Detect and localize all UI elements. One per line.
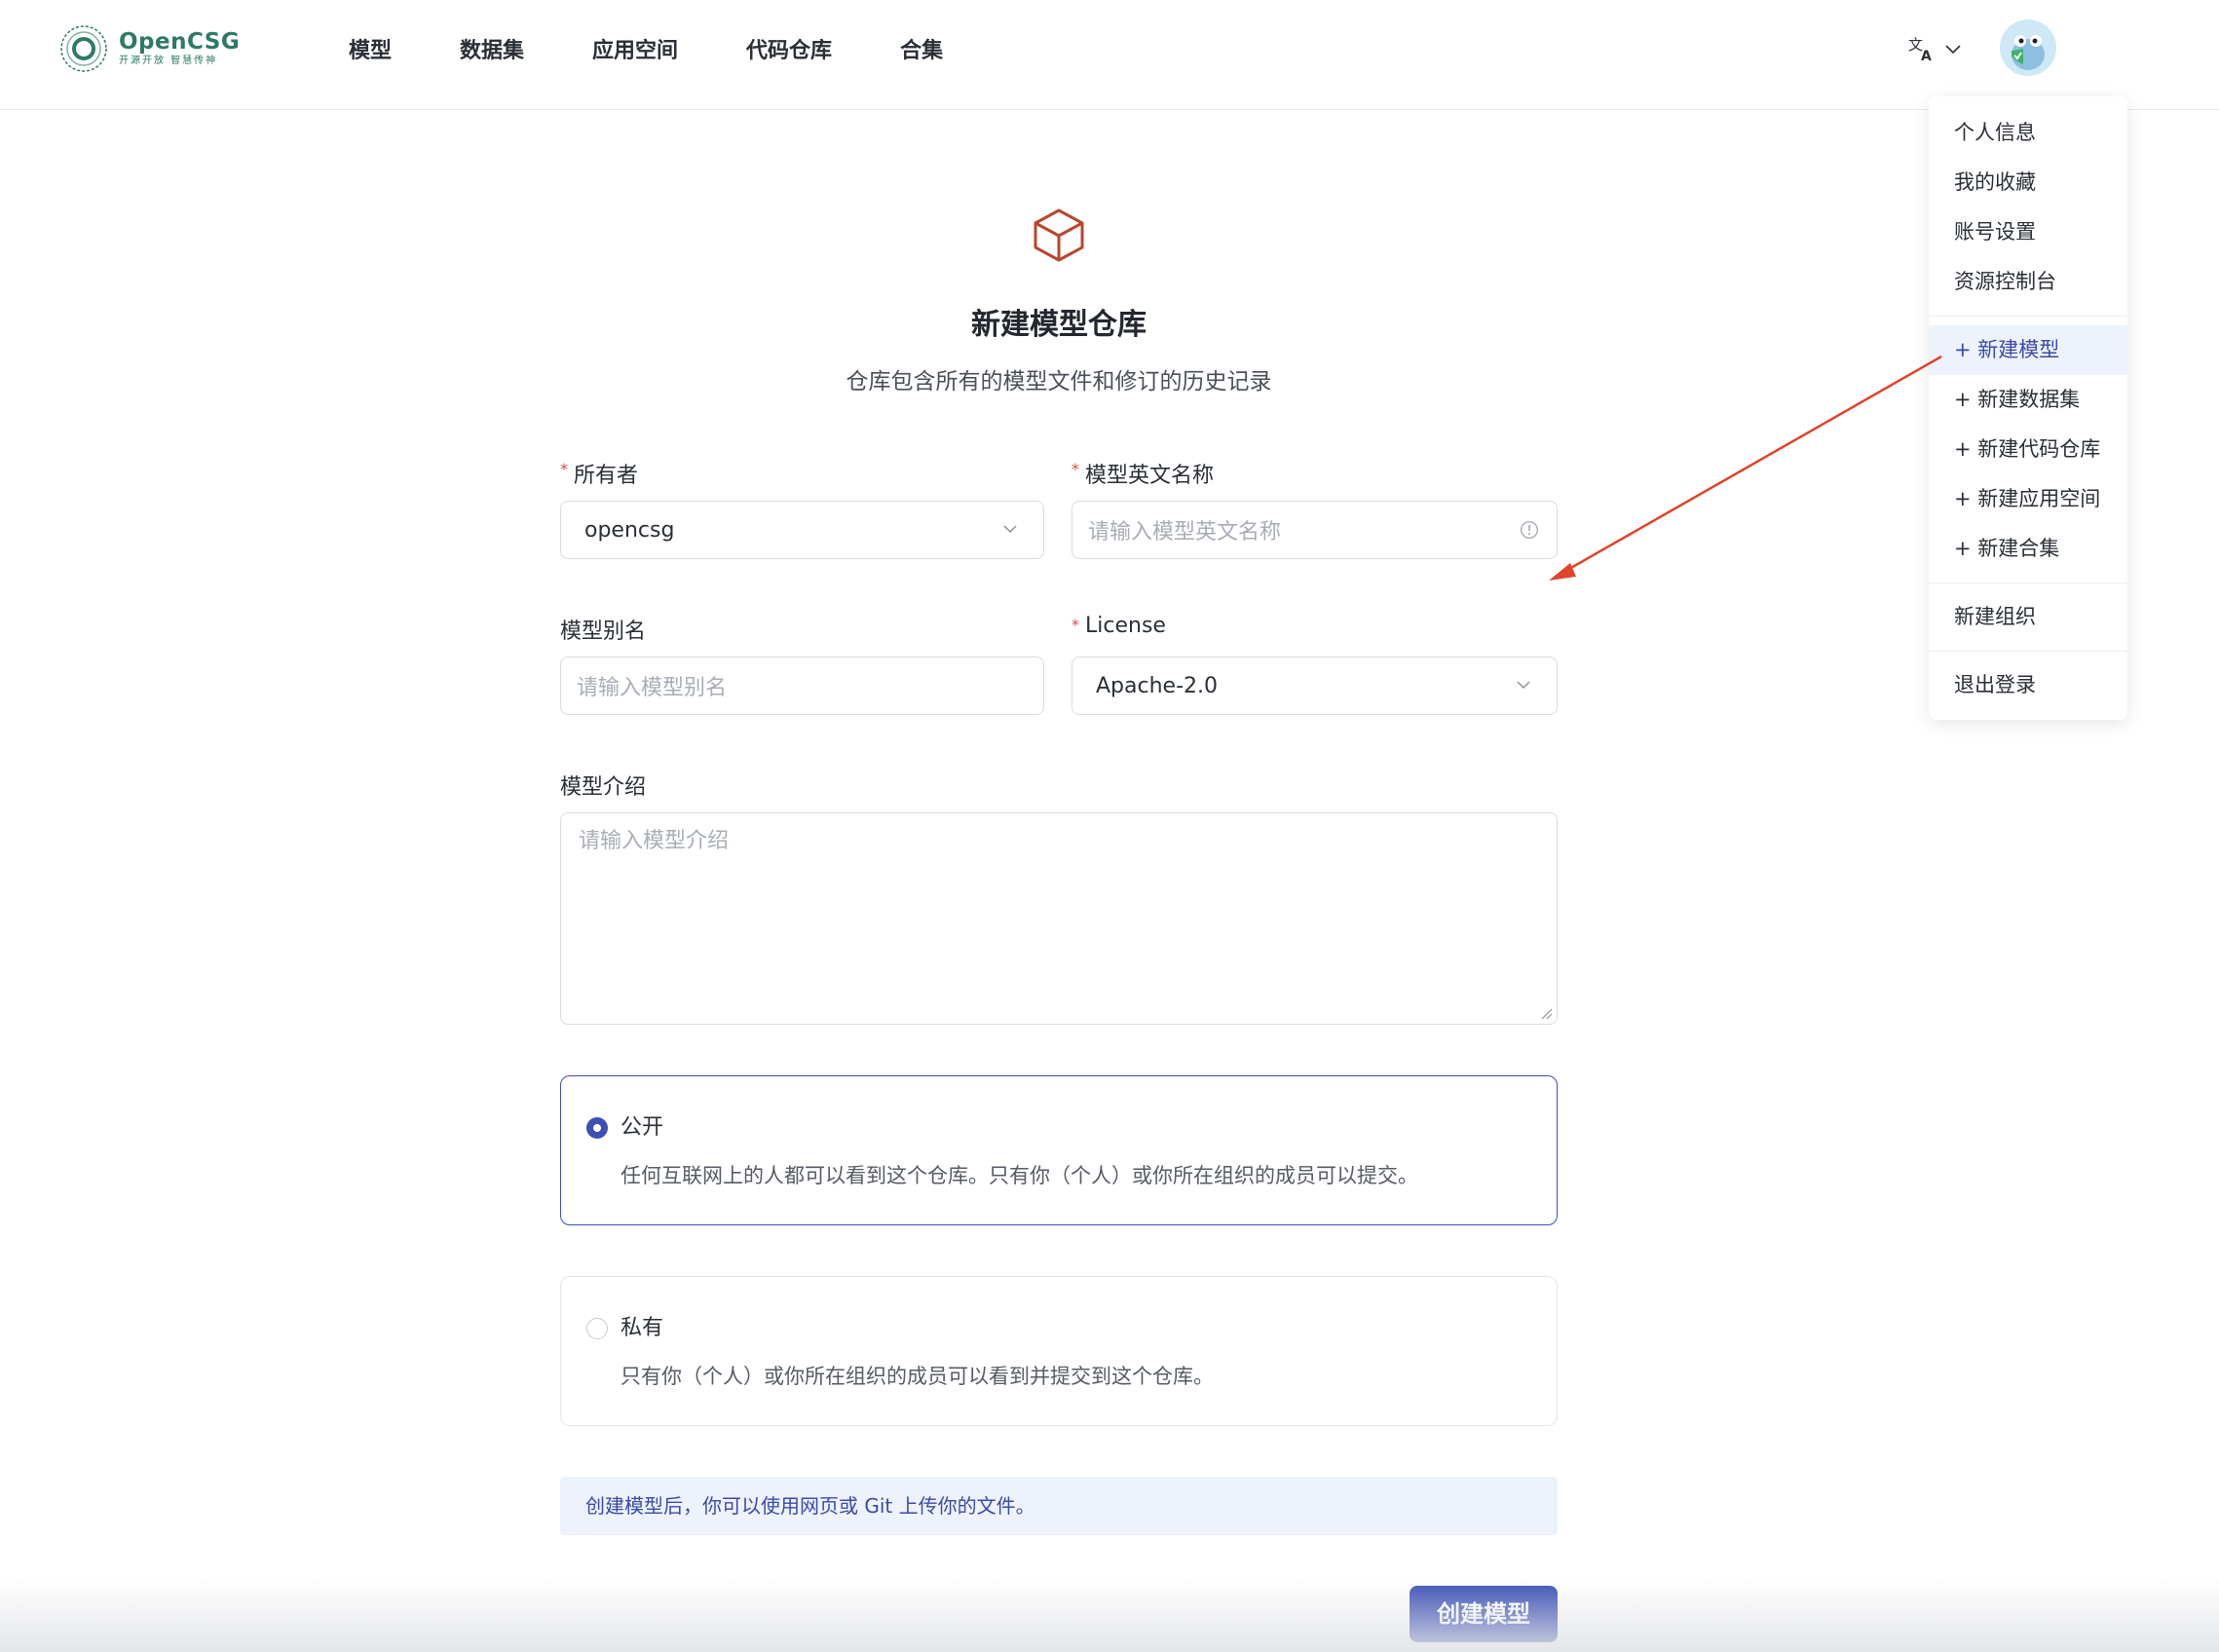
alias-placeholder: 请输入模型别名 [577, 676, 728, 700]
nav-item-datasets[interactable]: 数据集 [460, 33, 524, 64]
nav-item-spaces[interactable]: 应用空间 [592, 33, 678, 64]
cube-icon [1031, 206, 1087, 263]
menu-item-new-model[interactable]: + 新建模型 [1929, 325, 2127, 375]
user-dropdown-menu: 个人信息 我的收藏 账号设置 资源控制台 + 新建模型 + 新建数据集 + 新建… [1929, 96, 2127, 720]
opencsg-logo[interactable]: OpenCSG 开源开放 智慧传神 [58, 21, 240, 76]
menu-item-resource-console[interactable]: 资源控制台 [1929, 257, 2127, 307]
owner-label: * 所有者 [560, 460, 639, 488]
model-name-en-placeholder: 请输入模型英文名称 [1088, 520, 1282, 544]
resize-handle-icon[interactable] [1539, 1006, 1553, 1020]
menu-divider [1929, 316, 2127, 317]
radio-private[interactable] [586, 1318, 608, 1339]
license-select[interactable]: Apache-2.0 [1072, 657, 1558, 715]
bottom-shadow [0, 1578, 2219, 1652]
visibility-private-option[interactable]: 私有 只有你（个人）或你所在组织的成员可以看到并提交到这个仓库。 [560, 1276, 1558, 1426]
svg-text:A: A [1921, 49, 1932, 63]
create-model-button[interactable]: 创建模型 [1410, 1586, 1558, 1642]
menu-item-logout[interactable]: 退出登录 [1929, 660, 2127, 710]
menu-item-new-dataset[interactable]: + 新建数据集 [1929, 375, 2127, 425]
owner-select[interactable]: opencsg [560, 501, 1044, 559]
menu-item-new-space[interactable]: + 新建应用空间 [1929, 474, 2127, 524]
user-avatar[interactable] [2000, 19, 2056, 76]
license-value: Apache-2.0 [1096, 673, 1218, 698]
radio-public[interactable] [586, 1117, 608, 1139]
public-title: 公开 [621, 1115, 664, 1140]
chevron-down-icon [1945, 45, 1961, 55]
menu-item-favorites[interactable]: 我的收藏 [1929, 158, 2127, 207]
visibility-public-option[interactable]: 公开 任何互联网上的人都可以看到这个仓库。只有你（个人）或你所在组织的成员可以提… [560, 1075, 1558, 1225]
top-header: OpenCSG 开源开放 智慧传神 模型 数据集 应用空间 代码仓库 合集 文 … [0, 0, 2219, 110]
menu-item-account-settings[interactable]: 账号设置 [1929, 207, 2127, 257]
required-asterisk: * [560, 460, 568, 478]
license-label: * License [1072, 614, 1166, 638]
chevron-down-icon [1517, 681, 1530, 690]
required-asterisk: * [1072, 460, 1079, 478]
page-title: 新建模型仓库 [971, 308, 1147, 342]
model-name-en-input[interactable]: 请输入模型英文名称 [1072, 501, 1558, 559]
avatar-icon [2000, 19, 2056, 76]
alias-input[interactable]: 请输入模型别名 [560, 657, 1044, 715]
menu-divider [1929, 582, 2127, 583]
logo-mark-icon [58, 23, 109, 74]
nav-item-collections[interactable]: 合集 [900, 33, 943, 64]
nav-item-code[interactable]: 代码仓库 [746, 33, 832, 64]
upload-info-banner: 创建模型后，你可以使用网页或 Git 上传你的文件。 [560, 1477, 1558, 1535]
menu-item-profile[interactable]: 个人信息 [1929, 108, 2127, 158]
menu-divider [1929, 651, 2127, 652]
alias-label: 模型别名 [560, 620, 647, 644]
intro-label: 模型介绍 [560, 775, 647, 800]
private-description: 只有你（个人）或你所在组织的成员可以看到并提交到这个仓库。 [621, 1365, 1214, 1388]
intro-textarea[interactable]: 请输入模型介绍 [560, 812, 1558, 1025]
main-nav: 模型 数据集 应用空间 代码仓库 合集 [349, 0, 1011, 97]
chevron-down-icon [1003, 525, 1017, 534]
nav-item-models[interactable]: 模型 [349, 33, 392, 64]
language-switcher[interactable]: 文 A [1907, 31, 1966, 66]
owner-value: opencsg [584, 517, 675, 543]
intro-placeholder: 请输入模型介绍 [579, 829, 730, 853]
menu-item-new-organization[interactable]: 新建组织 [1929, 592, 2127, 642]
public-description: 任何互联网上的人都可以看到这个仓库。只有你（个人）或你所在组织的成员可以提交。 [621, 1164, 1418, 1187]
required-asterisk: * [1072, 616, 1079, 634]
brand-slogan: 开源开放 智慧传神 [119, 56, 218, 66]
info-icon[interactable] [1520, 520, 1539, 540]
model-name-en-label: * 模型英文名称 [1072, 460, 1215, 488]
menu-item-new-collection[interactable]: + 新建合集 [1929, 524, 2127, 574]
translate-icon: 文 A [1908, 36, 1932, 63]
page-subtitle: 仓库包含所有的模型文件和修订的历史记录 [846, 369, 1272, 394]
brand-name: OpenCSG [119, 29, 241, 55]
private-title: 私有 [621, 1316, 664, 1340]
menu-item-new-code-repo[interactable]: + 新建代码仓库 [1929, 425, 2127, 474]
